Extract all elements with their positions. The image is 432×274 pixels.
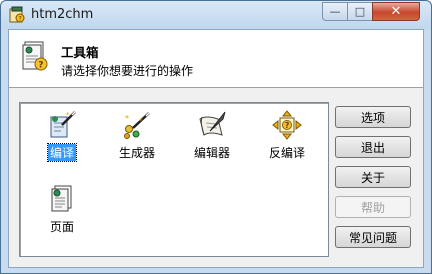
tools-list[interactable]: * 编译 * * 生成器 编辑器 ? 反编译 页面 (19, 102, 329, 257)
close-button[interactable]: ✕ (372, 2, 420, 21)
help-button[interactable]: 帮助 (335, 196, 411, 218)
tool-item-decompile[interactable]: ? 反编译 (257, 109, 317, 161)
svg-text:?: ? (285, 121, 290, 130)
editor-quill-icon (199, 111, 226, 136)
tool-label-page: 页面 (49, 220, 74, 234)
toolbox-document-icon: ? (22, 41, 48, 71)
dialog-client: ? 工具箱 请选择你想要进行的操作 * 编译 * * 生成器 编辑器 ? 反编译… (8, 29, 424, 268)
svg-text:*: * (66, 111, 70, 119)
svg-text:*: * (125, 114, 129, 123)
faq-button[interactable]: 常见问题 (335, 226, 411, 248)
generator-wand-icon: * * (124, 112, 150, 139)
tool-item-generator[interactable]: * * 生成器 (107, 109, 167, 161)
options-button[interactable]: 选项 (335, 106, 411, 128)
header-title: 工具箱 (61, 45, 99, 60)
maximize-button[interactable]: □ (347, 2, 373, 21)
header-panel: ? 工具箱 请选择你想要进行的操作 (9, 30, 423, 88)
page-document-icon (51, 185, 72, 212)
svg-text:?: ? (38, 61, 43, 71)
decompile-arrows-icon: ? (272, 110, 302, 140)
tool-item-compile[interactable]: * 编译 (32, 109, 92, 162)
window-title: htm2chm (31, 7, 94, 22)
app-window: ? htm2chm — □ ✕ ? 工具箱 请选择你想要进行的操作 * 编译 *… (0, 0, 432, 274)
minimize-button[interactable]: — (322, 2, 348, 21)
svg-text:?: ? (19, 16, 22, 23)
tool-label-compile: 编译 (46, 143, 78, 162)
svg-text:*: * (139, 117, 143, 125)
title-bar[interactable]: ? htm2chm — □ ✕ (1, 1, 431, 29)
exit-button[interactable]: 退出 (335, 136, 411, 158)
header-subtitle: 请选择你想要进行的操作 (61, 64, 194, 78)
about-button[interactable]: 关于 (335, 166, 411, 188)
tool-label-decompile: 反编译 (268, 146, 305, 160)
app-icon: ? (9, 6, 25, 23)
tool-label-generator: 生成器 (118, 146, 155, 160)
compile-wand-icon: * (50, 111, 76, 138)
tool-item-editor[interactable]: 编辑器 (182, 109, 242, 161)
tool-item-page[interactable]: 页面 (32, 183, 92, 235)
tool-label-editor: 编辑器 (193, 146, 230, 160)
